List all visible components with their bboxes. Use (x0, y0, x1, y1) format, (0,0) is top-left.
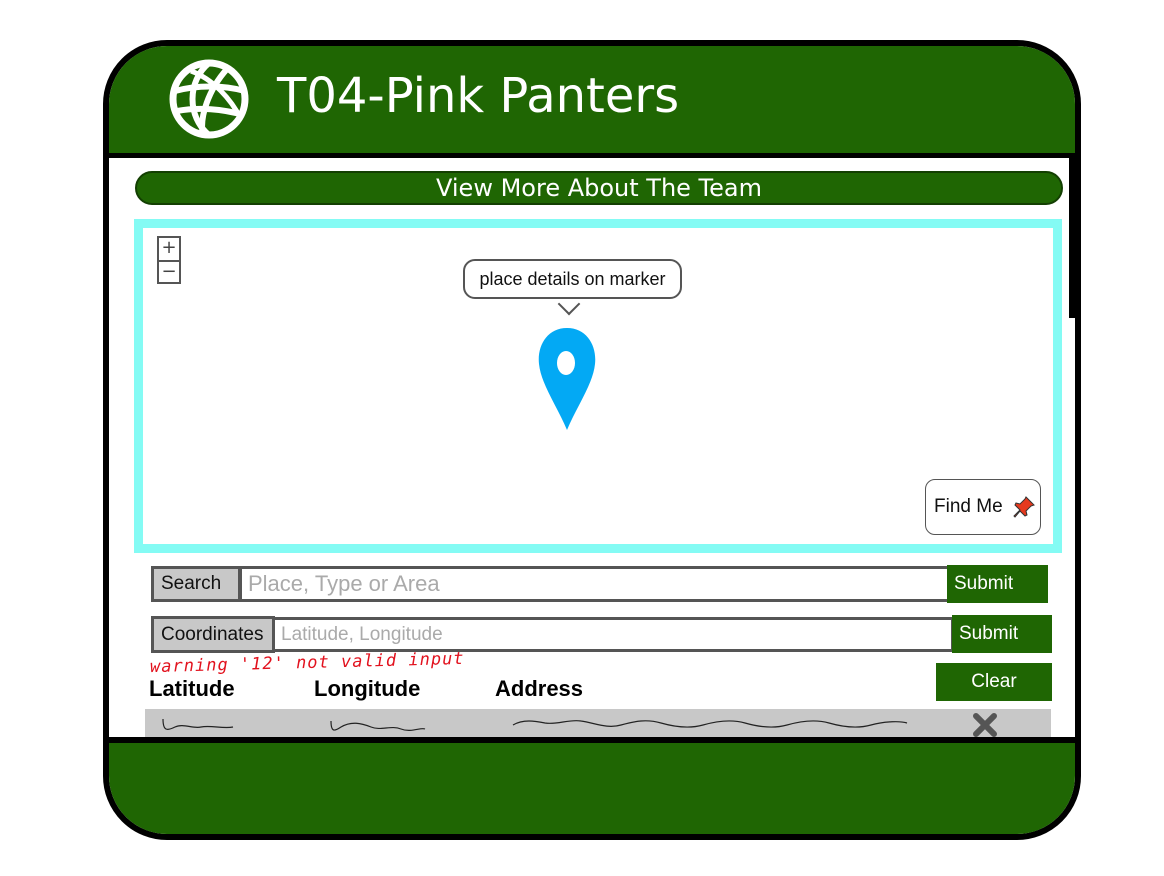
search-input[interactable] (239, 566, 951, 602)
search-label-button[interactable]: Search (151, 566, 241, 602)
zoom-in-button[interactable]: + (159, 238, 179, 262)
find-me-button[interactable]: Find Me (925, 479, 1041, 535)
globe-icon (169, 59, 249, 139)
app-title: T04-Pink Panters (277, 68, 680, 124)
map-panel[interactable]: + − place details on marker Find Me (134, 219, 1062, 553)
map-marker-icon[interactable] (535, 326, 599, 434)
window-edge-divider (1069, 158, 1075, 318)
find-me-label: Find Me (934, 496, 1003, 517)
search-submit-button[interactable]: Submit (947, 565, 1048, 603)
pushpin-icon (1013, 496, 1035, 518)
app-footer (109, 737, 1075, 834)
app-window: T04-Pink Panters View More About The Tea… (103, 40, 1081, 840)
app-header: T04-Pink Panters (109, 46, 1075, 158)
marker-popup: place details on marker (463, 259, 682, 299)
column-header-longitude: Longitude (314, 676, 421, 701)
clear-button[interactable]: Clear (936, 663, 1052, 701)
coordinates-warning: warning '12' not valid input (149, 648, 465, 678)
column-header-latitude: Latitude (149, 676, 235, 701)
column-header-address: Address (495, 676, 584, 701)
view-team-button[interactable]: View More About The Team (135, 171, 1063, 205)
zoom-out-button[interactable]: − (159, 262, 179, 284)
close-icon[interactable] (971, 711, 999, 739)
coordinates-submit-button[interactable]: Submit (952, 615, 1052, 653)
coordinates-input[interactable] (272, 617, 954, 652)
zoom-control: + − (157, 236, 181, 284)
coordinates-label-button[interactable]: Coordinates (151, 616, 275, 653)
